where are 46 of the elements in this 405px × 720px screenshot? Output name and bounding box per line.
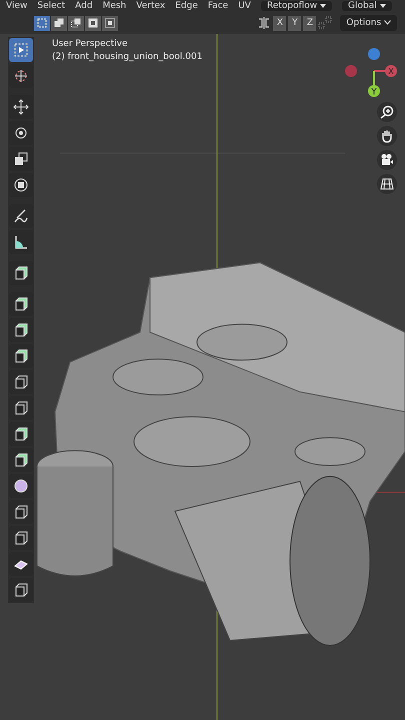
measure-icon <box>13 234 29 250</box>
select-mode-button[interactable] <box>68 16 84 30</box>
chevron-icon <box>384 20 391 25</box>
grid-icon[interactable] <box>377 174 397 194</box>
caret-icon <box>380 4 386 8</box>
menu-item[interactable]: Face <box>208 1 228 11</box>
menu-item[interactable]: Select <box>37 1 66 11</box>
object-name: (2) front_housing_union_bool.001 <box>52 51 202 64</box>
subtract-mode-icon <box>71 18 81 28</box>
options-dropdown[interactable]: Options <box>340 15 397 31</box>
select-icon <box>13 42 29 58</box>
select-mode-button[interactable] <box>102 16 118 30</box>
menu-item[interactable]: Edge <box>175 1 198 11</box>
view-title: User Perspective <box>52 38 128 51</box>
camera-icon[interactable] <box>377 150 397 170</box>
x-axis-label[interactable]: X <box>385 65 397 77</box>
annotate-icon <box>13 208 29 224</box>
select-mode-button[interactable] <box>51 16 67 30</box>
difference-mode-icon <box>88 18 98 28</box>
axis-toggle[interactable]: Z <box>303 16 316 30</box>
extend-mode-icon <box>54 18 64 28</box>
add-cube-icon <box>13 265 29 281</box>
cursor-tool[interactable] <box>9 64 33 88</box>
menu-item[interactable]: UV <box>238 1 251 11</box>
axis-toggle[interactable]: Y <box>288 16 302 30</box>
select-mode-button[interactable] <box>85 16 101 30</box>
rip-tool[interactable] <box>9 578 33 602</box>
move-icon <box>13 99 29 115</box>
cursor-icon <box>13 68 29 84</box>
menu-item[interactable]: Vertex <box>136 1 166 11</box>
select-tool[interactable] <box>9 38 33 62</box>
menu-item[interactable]: View <box>6 1 28 11</box>
caret-icon <box>320 4 326 8</box>
snap-icon <box>318 16 332 30</box>
scale-icon <box>13 151 29 167</box>
intersect-mode-icon <box>105 18 115 28</box>
new-mode-icon <box>37 18 47 28</box>
mode-dropdown[interactable]: Retopoflow <box>260 1 332 11</box>
axis-toggle[interactable]: X <box>273 16 286 30</box>
menu-item[interactable]: Mesh <box>102 1 126 11</box>
hand-icon[interactable] <box>377 126 397 146</box>
menu-item[interactable]: Add <box>75 1 93 11</box>
zoom-icon[interactable] <box>377 102 397 122</box>
select-mode-button[interactable] <box>34 16 50 30</box>
mirror-icon <box>257 16 272 30</box>
orientation-dropdown[interactable]: Global <box>342 1 392 11</box>
